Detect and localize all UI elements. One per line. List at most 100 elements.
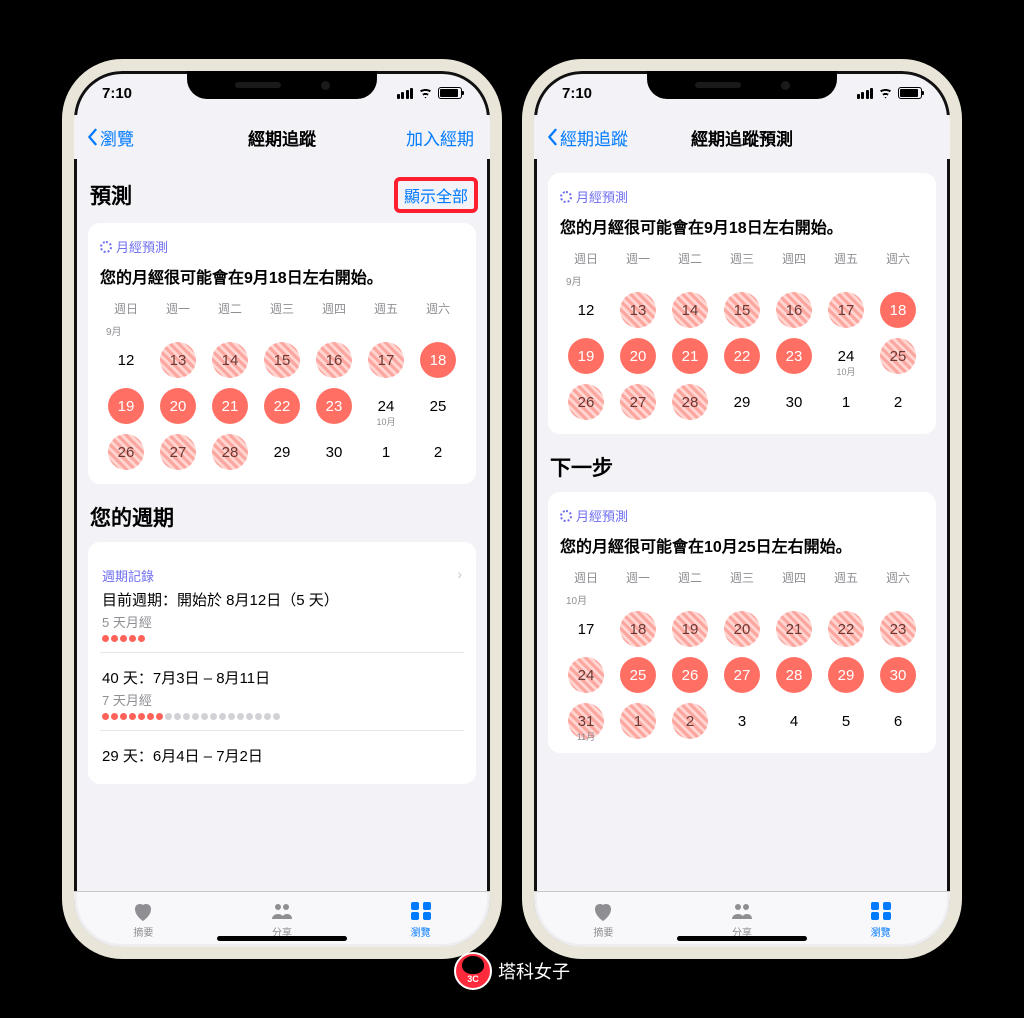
prediction-card[interactable]: 月經預測 您的月經很可能會在9月18日左右開始。 週日週一週二週三週四週五週六 … — [88, 223, 476, 484]
calendar-day[interactable]: 27 — [152, 432, 204, 472]
period-dots — [102, 635, 462, 642]
tab-browse[interactable]: 瀏覽 — [351, 892, 490, 947]
calendar-day[interactable]: 21 — [664, 336, 716, 376]
section-heading-prediction: 預測 — [90, 180, 132, 210]
calendar-day[interactable]: 3111月 — [560, 701, 612, 741]
calendar-day[interactable]: 1 — [820, 382, 872, 422]
calendar-day[interactable]: 21 — [768, 609, 820, 649]
calendar-day[interactable]: 3 — [716, 701, 768, 741]
calendar-grid: 1213141516171819202122232410月25262728293… — [100, 340, 464, 472]
home-indicator[interactable] — [217, 936, 347, 941]
calendar-day[interactable]: 15 — [256, 340, 308, 380]
calendar-day[interactable]: 5 — [820, 701, 872, 741]
nav-title: 經期追蹤 — [248, 125, 316, 150]
show-all-button[interactable]: 顯示全部 — [394, 177, 478, 213]
back-button[interactable]: 瀏覽 — [86, 125, 134, 150]
calendar-day[interactable]: 23 — [308, 386, 360, 426]
tab-summary[interactable]: 摘要 — [74, 892, 213, 947]
wifi-icon — [418, 88, 433, 99]
home-indicator[interactable] — [677, 936, 807, 941]
calendar-day[interactable]: 19 — [664, 609, 716, 649]
calendar-day[interactable]: 14 — [204, 340, 256, 380]
calendar-day[interactable]: 29 — [820, 655, 872, 695]
nav-title: 經期追蹤預測 — [691, 125, 793, 150]
calendar-day[interactable]: 1 — [360, 432, 412, 472]
calendar-day[interactable]: 28 — [204, 432, 256, 472]
calendar-day[interactable]: 22 — [820, 609, 872, 649]
calendar-day[interactable]: 17 — [820, 290, 872, 330]
add-period-button[interactable]: 加入經期 — [406, 125, 474, 150]
calendar-day[interactable]: 2410月 — [360, 386, 412, 426]
calendar-day[interactable]: 28 — [768, 655, 820, 695]
prediction-card-2[interactable]: 月經預測 您的月經很可能會在10月25日左右開始。 週日週一週二週三週四週五週六… — [548, 492, 936, 753]
calendar-day[interactable]: 20 — [612, 336, 664, 376]
status-time: 7:10 — [562, 85, 592, 102]
heart-icon — [131, 900, 155, 922]
calendar-day[interactable]: 18 — [412, 340, 464, 380]
calendar-day[interactable]: 19 — [100, 386, 152, 426]
calendar-day[interactable]: 22 — [256, 386, 308, 426]
calendar-day[interactable]: 17 — [560, 609, 612, 649]
people-icon — [270, 900, 294, 922]
calendar-day[interactable]: 28 — [664, 382, 716, 422]
content-scroll[interactable]: 預測 顯示全部 月經預測 您的月經很可能會在9月18日左右開始。 週日週一週二週… — [74, 159, 490, 891]
calendar-day[interactable]: 12 — [560, 290, 612, 330]
nav-bar: 經期追蹤 經期追蹤預測 — [534, 115, 950, 159]
tab-browse[interactable]: 瀏覽 — [811, 892, 950, 947]
notch — [187, 71, 377, 99]
calendar-day[interactable]: 17 — [360, 340, 412, 380]
prediction-card-1[interactable]: 月經預測 您的月經很可能會在9月18日左右開始。 週日週一週二週三週四週五週六 … — [548, 173, 936, 434]
back-button[interactable]: 經期追蹤 — [546, 125, 628, 150]
tab-summary[interactable]: 摘要 — [534, 892, 673, 947]
calendar-day[interactable]: 13 — [612, 290, 664, 330]
calendar-day[interactable]: 27 — [612, 382, 664, 422]
cycle-log-card[interactable]: 週期記錄 › 目前週期：開始於 8月12日（5 天） 5 天月經 40 天：7月… — [88, 542, 476, 784]
section-heading-next: 下一步 — [550, 452, 613, 482]
calendar-day[interactable]: 19 — [560, 336, 612, 376]
cycle-row-current: 週期記錄 › 目前週期：開始於 8月12日（5 天） 5 天月經 — [100, 556, 464, 653]
calendar-day[interactable]: 16 — [768, 290, 820, 330]
card-title: 您的月經很可能會在9月18日左右開始。 — [100, 264, 464, 288]
calendar-day[interactable]: 24 — [560, 655, 612, 695]
calendar-day[interactable]: 25 — [872, 336, 924, 376]
calendar-day[interactable]: 21 — [204, 386, 256, 426]
calendar-day[interactable]: 2410月 — [820, 336, 872, 376]
calendar-day[interactable]: 23 — [768, 336, 820, 376]
calendar-day[interactable]: 27 — [716, 655, 768, 695]
watermark-logo-icon — [454, 952, 492, 990]
calendar-day[interactable]: 2 — [664, 701, 716, 741]
calendar-day[interactable]: 26 — [100, 432, 152, 472]
calendar-day[interactable]: 26 — [664, 655, 716, 695]
card-label: 月經預測 — [100, 237, 464, 256]
calendar-day[interactable]: 23 — [872, 609, 924, 649]
card-label: 月經預測 — [560, 506, 924, 525]
calendar-day[interactable]: 20 — [152, 386, 204, 426]
calendar-day[interactable]: 25 — [612, 655, 664, 695]
calendar-day[interactable]: 30 — [872, 655, 924, 695]
calendar-day[interactable]: 30 — [768, 382, 820, 422]
section-heading-your-cycle: 您的週期 — [90, 502, 174, 532]
calendar-day[interactable]: 22 — [716, 336, 768, 376]
calendar-day[interactable]: 18 — [612, 609, 664, 649]
calendar-day[interactable]: 25 — [412, 386, 464, 426]
calendar-day[interactable]: 4 — [768, 701, 820, 741]
calendar-day[interactable]: 16 — [308, 340, 360, 380]
calendar-day[interactable]: 29 — [716, 382, 768, 422]
calendar-day[interactable]: 2 — [412, 432, 464, 472]
notch — [647, 71, 837, 99]
calendar-day[interactable]: 26 — [560, 382, 612, 422]
calendar-day[interactable]: 2 — [872, 382, 924, 422]
calendar-day[interactable]: 12 — [100, 340, 152, 380]
calendar-day[interactable]: 20 — [716, 609, 768, 649]
calendar-day[interactable]: 1 — [612, 701, 664, 741]
wifi-icon — [878, 88, 893, 99]
calendar-day[interactable]: 29 — [256, 432, 308, 472]
calendar-day[interactable]: 13 — [152, 340, 204, 380]
calendar-day[interactable]: 6 — [872, 701, 924, 741]
calendar-day[interactable]: 14 — [664, 290, 716, 330]
calendar-day[interactable]: 30 — [308, 432, 360, 472]
content-scroll[interactable]: 月經預測 您的月經很可能會在9月18日左右開始。 週日週一週二週三週四週五週六 … — [534, 159, 950, 891]
calendar-day[interactable]: 18 — [872, 290, 924, 330]
calendar-day[interactable]: 15 — [716, 290, 768, 330]
people-icon — [730, 900, 754, 922]
